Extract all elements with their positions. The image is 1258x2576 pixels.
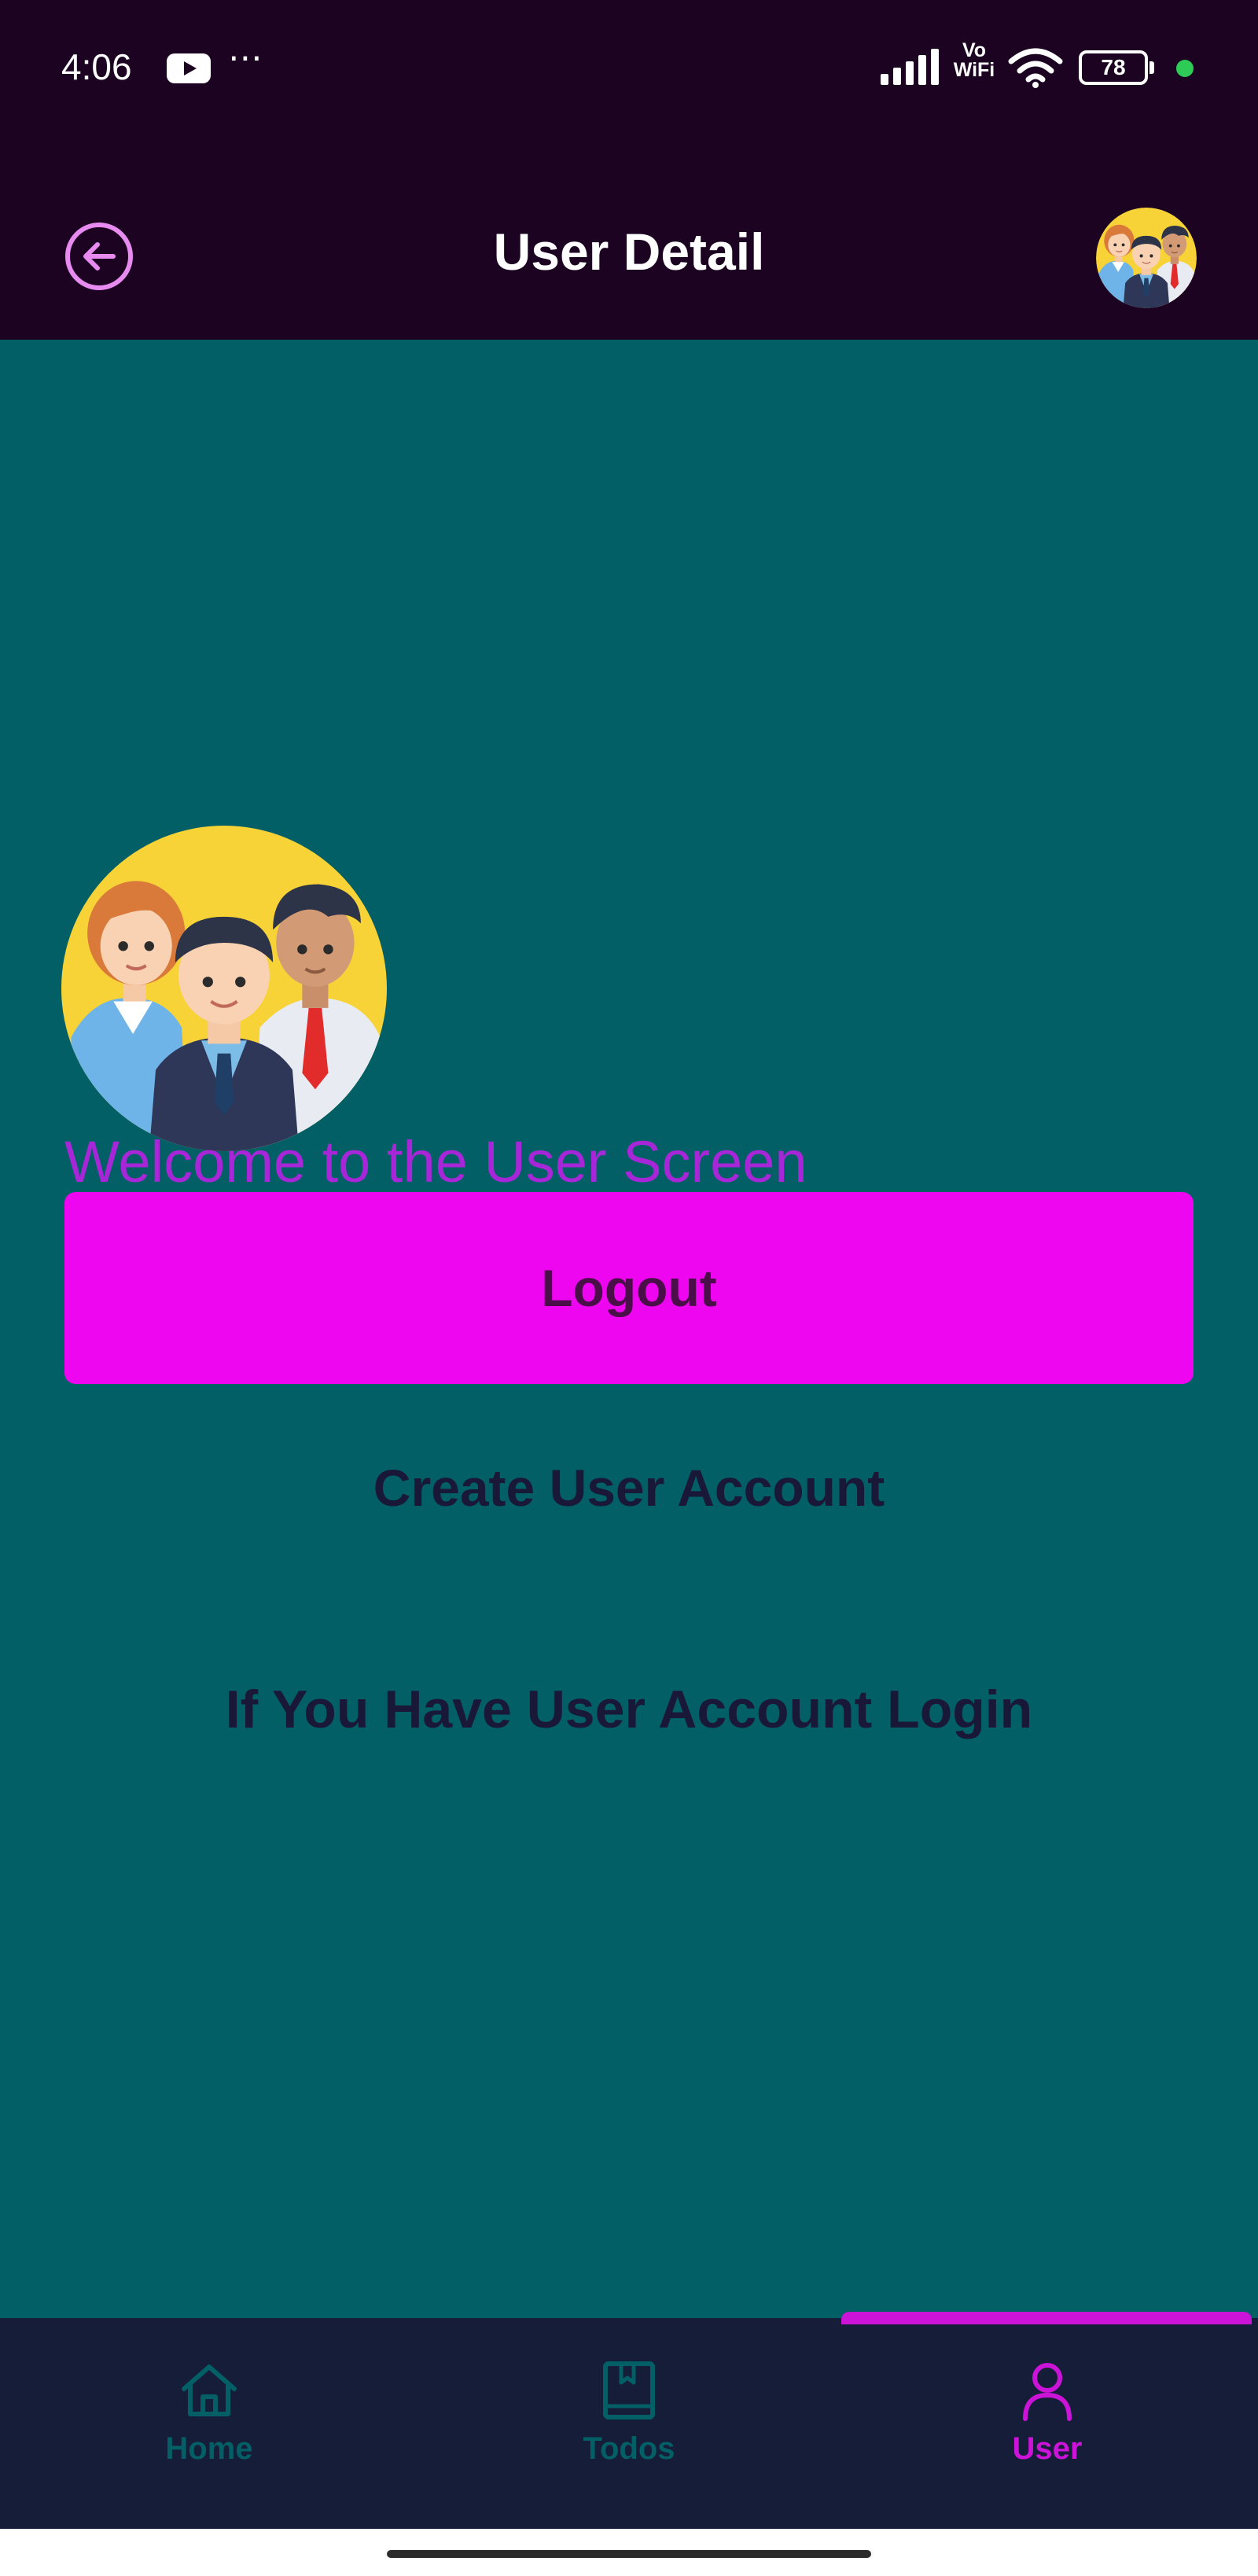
wifi-icon <box>1008 48 1063 88</box>
nav-item-home[interactable]: Home <box>91 2359 327 2501</box>
create-account-button[interactable]: Create User Account <box>236 1450 1022 1525</box>
more-icon: ⋯ <box>228 39 264 77</box>
vowifi-icon: Vo WiFi <box>953 39 995 81</box>
nav-label-user: User <box>1012 2431 1083 2466</box>
person-icon <box>1023 2363 1072 2421</box>
nav-item-user[interactable]: User <box>929 2359 1165 2501</box>
login-link-button[interactable]: If You Have User Account Login <box>118 1672 1140 1747</box>
nav-item-todos[interactable]: Todos <box>511 2359 747 2501</box>
logout-button[interactable]: Logout <box>64 1192 1194 1384</box>
users-group-icon <box>61 826 387 1151</box>
back-arrow-icon[interactable] <box>61 219 137 294</box>
welcome-text: Welcome to the User Screen <box>64 1129 807 1194</box>
users-group-icon[interactable] <box>1096 208 1197 308</box>
bottom-navigation: Home Todos User <box>0 2312 1258 2529</box>
book-icon <box>603 2361 655 2420</box>
page-title: User Detail <box>493 223 765 281</box>
privacy-dot-icon <box>1176 60 1194 77</box>
status-time: 4:06 <box>61 46 132 87</box>
active-tab-indicator <box>841 2312 1252 2324</box>
signal-icon <box>881 49 939 85</box>
home-icon <box>182 2364 237 2416</box>
app-bar: User Detail <box>0 138 1258 340</box>
youtube-icon <box>167 53 211 83</box>
main-content: Welcome to the User Screen Logout Create… <box>0 340 1258 2318</box>
battery-icon: 78 <box>1079 50 1154 85</box>
gesture-area <box>0 2529 1258 2576</box>
nav-label-home: Home <box>165 2431 253 2466</box>
home-gesture-handle[interactable] <box>387 2550 871 2558</box>
status-bar: 4:06 ⋯ Vo WiFi 78 <box>0 0 1258 138</box>
nav-label-todos: Todos <box>583 2431 675 2466</box>
